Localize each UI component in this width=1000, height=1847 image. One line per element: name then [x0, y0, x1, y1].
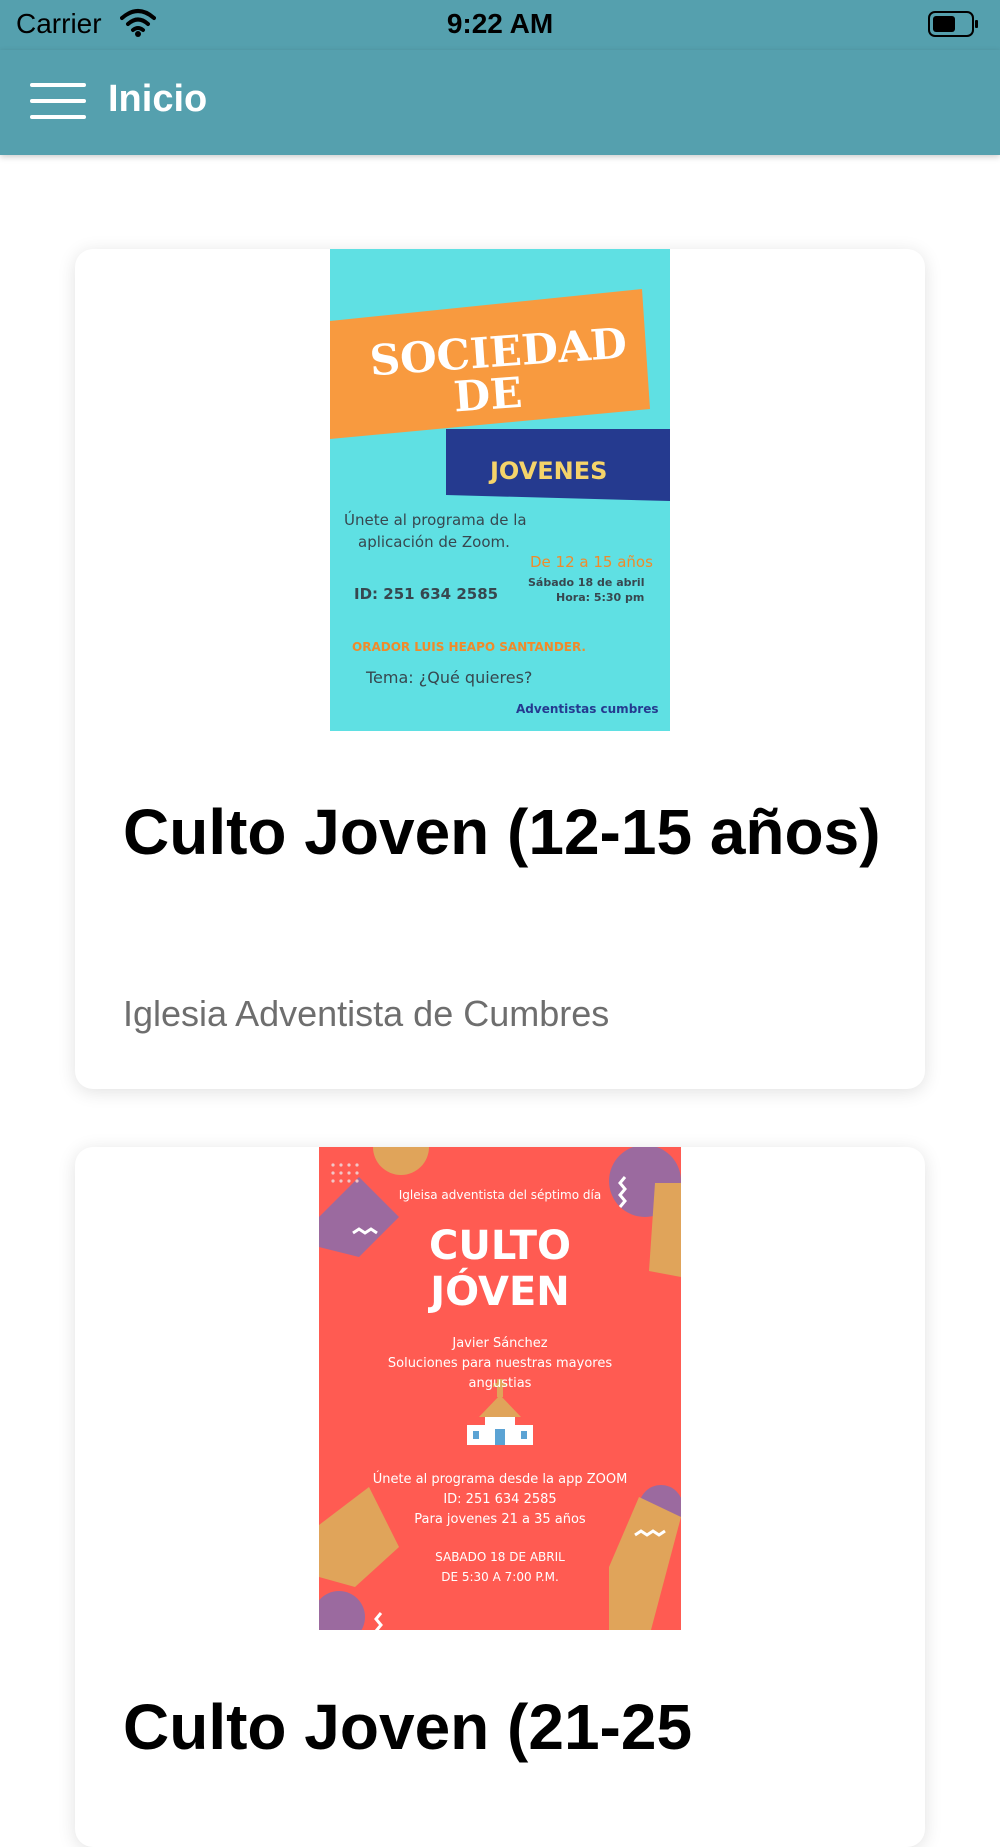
- poster-text: aplicación de Zoom.: [358, 533, 510, 551]
- poster-text: Igleisa adventista del séptimo día: [399, 1188, 601, 1202]
- poster-text: angustias: [469, 1376, 532, 1391]
- poster-headline: JÓVEN: [427, 1267, 570, 1315]
- poster-text: SABADO 18 DE ABRIL: [435, 1550, 565, 1564]
- poster-headline: DE: [452, 368, 524, 422]
- app-header: Inicio: [0, 50, 1000, 155]
- poster-text: Soluciones para nuestras mayores: [388, 1356, 612, 1371]
- poster-text: Únete al programa desde la app ZOOM: [373, 1471, 628, 1487]
- poster-text: ID: 251 634 2585: [354, 585, 498, 603]
- hamburger-menu-icon[interactable]: [30, 83, 86, 123]
- event-card[interactable]: Igleisa adventista del séptimo día CULTO…: [75, 1147, 925, 1847]
- poster-text: Tema: ¿Qué quieres?: [365, 668, 532, 687]
- event-card[interactable]: SOCIEDAD DE JOVENES Únete al programa de…: [75, 249, 925, 1089]
- event-title: Culto Joven (12-15 años): [123, 796, 881, 868]
- poster-text: Hora: 5:30 pm: [556, 591, 644, 604]
- poster-text: Javier Sánchez: [451, 1336, 547, 1351]
- poster-text: Adventistas cumbres: [516, 702, 658, 716]
- event-poster-image: Igleisa adventista del séptimo día CULTO…: [319, 1147, 681, 1630]
- poster-headline: JOVENES: [488, 457, 607, 485]
- poster-text: Únete al programa de la: [344, 510, 527, 529]
- event-poster-image: SOCIEDAD DE JOVENES Únete al programa de…: [330, 249, 670, 731]
- clock: 9:22 AM: [446, 8, 554, 39]
- page-title: Inicio: [108, 78, 208, 120]
- event-subtitle: Iglesia Adventista de Cumbres: [123, 993, 610, 1034]
- battery-icon: [928, 11, 978, 37]
- poster-text: Para jovenes 21 a 35 años: [414, 1512, 586, 1527]
- poster-text: Sábado 18 de abril: [528, 576, 644, 589]
- poster-text: De 12 a 15 años: [530, 553, 653, 571]
- poster-text: ID: 251 634 2585: [443, 1492, 556, 1507]
- status-bar: Carrier 9:22 AM: [0, 0, 1000, 50]
- poster-headline: CULTO: [429, 1223, 571, 1269]
- poster-text: ORADOR LUIS HEAPO SANTANDER.: [352, 640, 586, 654]
- event-title: Culto Joven (21-25: [123, 1691, 693, 1763]
- poster-text: DE 5:30 A 7:00 P.M.: [441, 1570, 559, 1584]
